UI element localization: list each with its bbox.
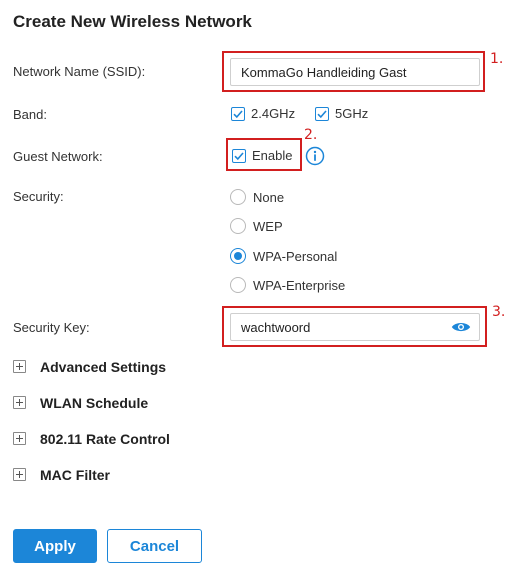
section-label: MAC Filter <box>40 467 110 483</box>
security-wpa-enterprise-label: WPA-Enterprise <box>253 278 346 293</box>
security-option-wep[interactable]: WEP <box>230 218 350 236</box>
expand-plus-icon[interactable] <box>13 468 26 481</box>
security-key-value: wachtwoord <box>241 319 311 335</box>
ssid-label: Network Name (SSID): <box>13 64 146 79</box>
apply-button[interactable]: Apply <box>13 529 97 563</box>
annotation-number-3: 3. <box>492 304 506 320</box>
security-key-input[interactable]: wachtwoord <box>230 313 480 341</box>
checkbox-checked-icon[interactable] <box>232 148 246 163</box>
section-label: WLAN Schedule <box>40 395 149 411</box>
radio-icon[interactable] <box>230 218 246 234</box>
section-label: Advanced Settings <box>40 359 167 375</box>
security-wpa-personal-label: WPA-Personal <box>253 249 338 264</box>
section-label: 802.11 Rate Control <box>40 431 170 447</box>
section-rate-control[interactable]: 802.11 Rate Control <box>13 431 263 447</box>
security-option-none[interactable]: None <box>230 189 350 207</box>
band-5ghz-label: 5GHz <box>335 106 369 121</box>
annotation-number-2: 2. <box>304 127 318 143</box>
expand-plus-icon[interactable] <box>13 432 26 445</box>
section-mac-filter[interactable]: MAC Filter <box>13 467 263 483</box>
eye-icon[interactable] <box>451 320 471 334</box>
security-key-label: Security Key: <box>13 320 90 335</box>
radio-icon[interactable] <box>230 277 246 293</box>
checkbox-checked-icon[interactable] <box>231 106 245 121</box>
band-24ghz-label: 2.4GHz <box>251 106 296 121</box>
expand-plus-icon[interactable] <box>13 360 26 373</box>
guest-enable-label: Enable <box>252 148 293 163</box>
band-option-24ghz[interactable]: 2.4GHz <box>231 106 295 121</box>
section-wlan-schedule[interactable]: WLAN Schedule <box>13 395 263 411</box>
guest-network-label: Guest Network: <box>13 149 103 164</box>
info-icon[interactable] <box>305 146 325 166</box>
security-none-label: None <box>253 190 285 205</box>
band-option-5ghz[interactable]: 5GHz <box>315 106 368 121</box>
security-wep-label: WEP <box>253 219 283 234</box>
cancel-button[interactable]: Cancel <box>107 529 202 563</box>
radio-icon[interactable] <box>230 189 246 205</box>
checkbox-checked-icon[interactable] <box>315 106 329 121</box>
page-title: Create New Wireless Network <box>13 12 252 31</box>
section-advanced-settings[interactable]: Advanced Settings <box>13 359 263 375</box>
band-label: Band: <box>13 107 47 122</box>
guest-enable-checkbox[interactable]: Enable <box>232 148 292 163</box>
ssid-input[interactable]: KommaGo Handleiding Gast <box>230 58 480 86</box>
security-option-wpa-enterprise[interactable]: WPA-Enterprise <box>230 277 380 295</box>
expand-plus-icon[interactable] <box>13 396 26 409</box>
radio-selected-icon[interactable] <box>230 248 246 264</box>
security-option-wpa-personal[interactable]: WPA-Personal <box>230 248 370 266</box>
ssid-input-value: KommaGo Handleiding Gast <box>241 64 407 80</box>
annotation-number-1: 1. <box>490 51 504 67</box>
security-label: Security: <box>13 189 64 204</box>
